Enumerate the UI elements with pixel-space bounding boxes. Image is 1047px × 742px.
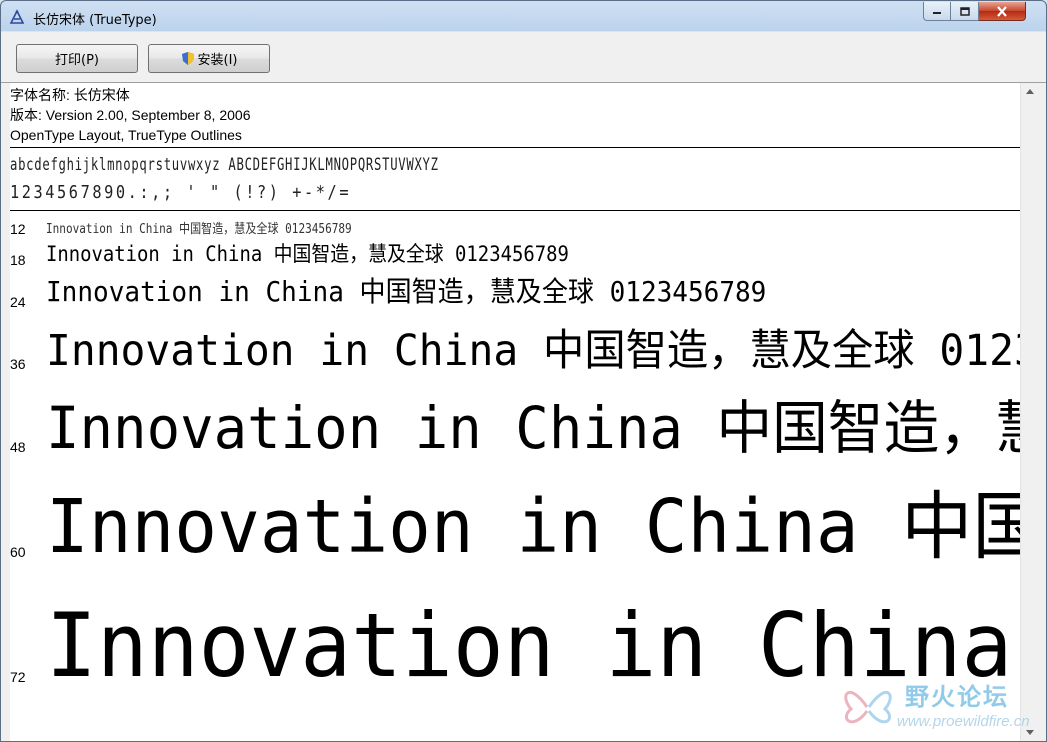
minimize-button[interactable] [923,2,951,21]
sample-text-36: Innovation in China 中国智造，慧及全球 0123456789 [46,326,1020,376]
size-label-36: 36 [10,356,26,372]
vertical-scrollbar[interactable] [1020,83,1038,741]
install-button[interactable]: 安装(I) [148,44,270,73]
window-title: 长仿宋体 (TrueType) [33,13,157,28]
toolbar: 打印(P) 安装(I) [1,32,1046,83]
maximize-icon [959,6,970,16]
size-label-18: 18 [10,252,26,268]
sample-text-48: Innovation in China 中国智造，慧及全球 0123456789 [46,394,1020,462]
charset-symbols: 1234567890.:,; ' " (!?) +-*/= [10,182,352,203]
close-icon [997,5,1007,17]
divider [10,210,1020,211]
sample-text-18: Innovation in China 中国智造，慧及全球 0123456789 [46,242,569,266]
sample-text-60: Innovation in China 中国智造，慧及全球 0123456789 [46,484,1020,570]
font-version-line: 版本: Version 2.00, September 8, 2006 [10,107,251,123]
font-viewer-window: 长仿宋体 (TrueType) 打印(P) 安装(I) 字体名称: 长仿宋体 版… [0,0,1047,742]
divider [10,147,1020,148]
minimize-icon [933,12,941,14]
charset-letters: abcdefghijklmnopqrstuvwxyz ABCDEFGHIJKLM… [10,155,439,175]
watermark-title: 野火论坛 [905,683,1009,711]
sample-text-12: Innovation in China 中国智造，慧及全球 0123456789 [46,222,352,237]
watermark-url: www.proewildfire.cn [897,713,1030,730]
size-label-24: 24 [10,294,26,310]
title-bar[interactable]: 长仿宋体 (TrueType) [1,1,1046,32]
font-app-icon [9,9,25,24]
font-info: 字体名称: 长仿宋体 版本: Version 2.00, September 8… [10,85,250,145]
size-label-48: 48 [10,439,26,455]
butterfly-icon [844,691,892,724]
watermark-logo: 野火论坛 www.proewildfire.cn [839,677,1034,737]
font-preview-area: 字体名称: 长仿宋体 版本: Version 2.00, September 8… [10,83,1020,741]
print-button-label: 打印(P) [55,53,99,68]
font-type-line: OpenType Layout, TrueType Outlines [10,127,242,143]
sample-text-24: Innovation in China 中国智造，慧及全球 0123456789 [46,275,767,308]
shield-icon [181,52,194,65]
arrow-up-icon [1025,89,1034,94]
install-button-label: 安装(I) [197,53,238,68]
print-button[interactable]: 打印(P) [16,44,138,73]
maximize-button[interactable] [951,2,979,21]
size-label-72: 72 [10,669,26,685]
scroll-up-button[interactable] [1021,83,1038,100]
size-label-60: 60 [10,544,26,560]
size-label-12: 12 [10,221,26,237]
font-name-line: 字体名称: 长仿宋体 [10,87,130,103]
close-button[interactable] [979,2,1026,21]
